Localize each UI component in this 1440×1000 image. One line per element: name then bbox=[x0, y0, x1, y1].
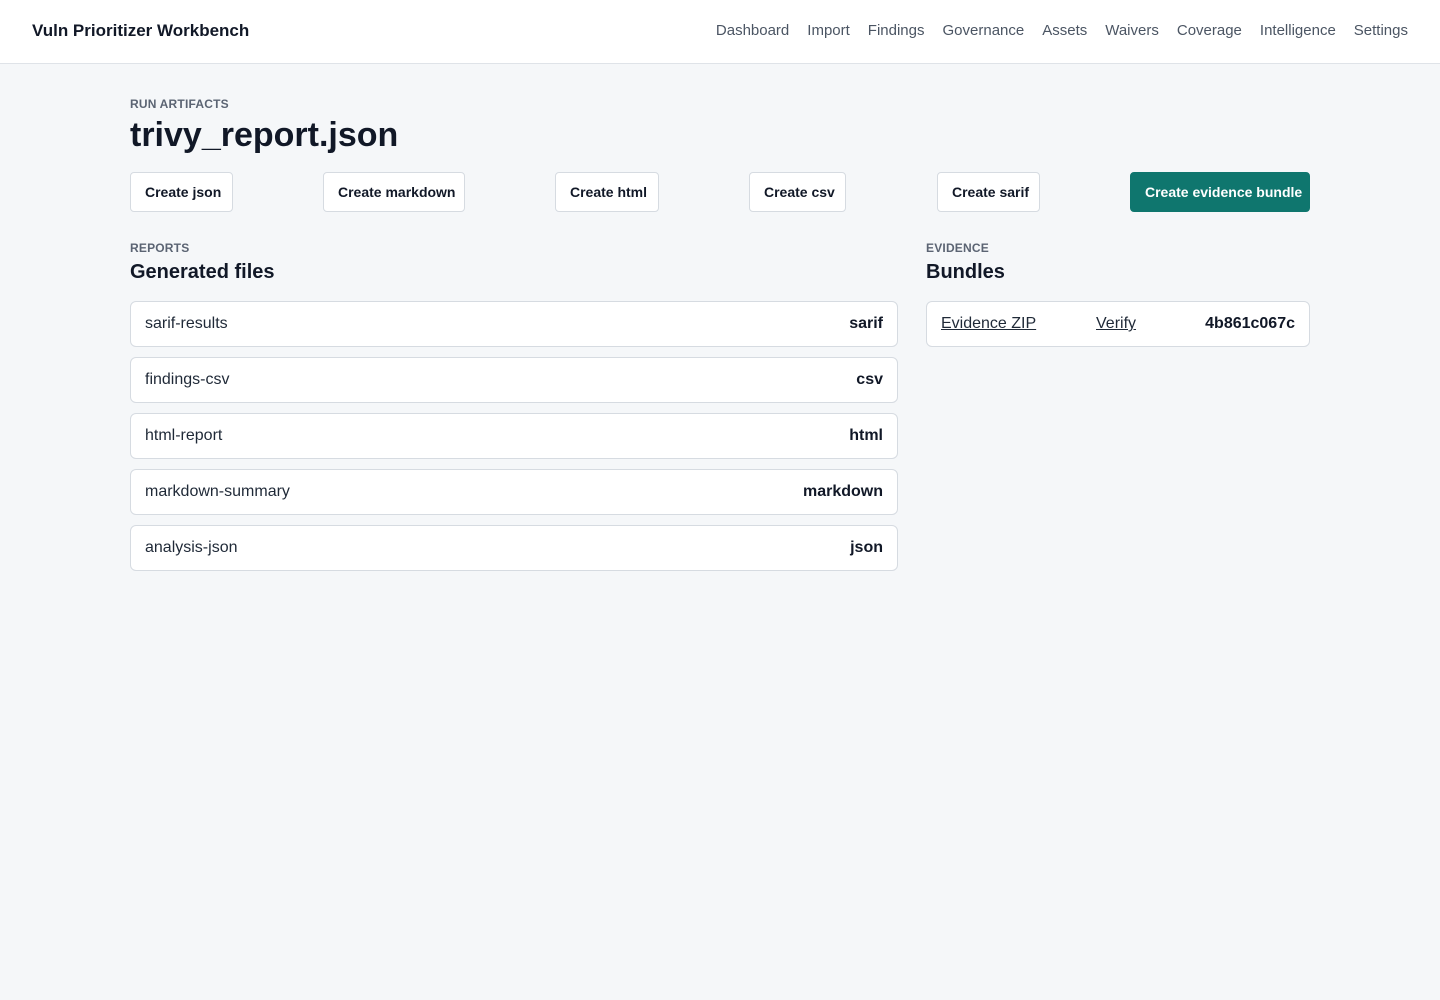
file-row-sarif-results[interactable]: sarif-results sarif bbox=[130, 301, 898, 347]
nav-dashboard[interactable]: Dashboard bbox=[716, 22, 789, 39]
file-name: sarif-results bbox=[145, 315, 228, 332]
reports-eyebrow: REPORTS bbox=[130, 241, 190, 255]
file-row-markdown-summary[interactable]: markdown-summary markdown bbox=[130, 469, 898, 515]
file-type: json bbox=[850, 539, 883, 556]
create-markdown-button[interactable]: Create markdown bbox=[323, 172, 465, 212]
nav-settings[interactable]: Settings bbox=[1354, 22, 1408, 39]
file-name: findings-csv bbox=[145, 371, 230, 388]
file-row-html-report[interactable]: html-report html bbox=[130, 413, 898, 459]
file-type: sarif bbox=[849, 315, 883, 332]
file-row-findings-csv[interactable]: findings-csv csv bbox=[130, 357, 898, 403]
file-name: analysis-json bbox=[145, 539, 238, 556]
create-json-button[interactable]: Create json bbox=[130, 172, 233, 212]
reports-title: Generated files bbox=[130, 261, 275, 283]
nav-coverage[interactable]: Coverage bbox=[1177, 22, 1242, 39]
nav-import[interactable]: Import bbox=[807, 22, 850, 39]
create-csv-button[interactable]: Create csv bbox=[749, 172, 846, 212]
nav-findings[interactable]: Findings bbox=[868, 22, 925, 39]
evidence-eyebrow: EVIDENCE bbox=[926, 241, 989, 255]
app-brand[interactable]: Vuln Prioritizer Workbench bbox=[32, 21, 249, 41]
page-title: trivy_report.json bbox=[130, 116, 399, 154]
nav-intelligence[interactable]: Intelligence bbox=[1260, 22, 1336, 39]
nav-governance[interactable]: Governance bbox=[943, 22, 1025, 39]
evidence-zip-link[interactable]: Evidence ZIP bbox=[941, 315, 1036, 333]
create-sarif-button[interactable]: Create sarif bbox=[937, 172, 1040, 212]
evidence-title: Bundles bbox=[926, 261, 1005, 283]
main-nav: Dashboard Import Findings Governance Ass… bbox=[716, 22, 1408, 39]
create-html-button[interactable]: Create html bbox=[555, 172, 659, 212]
page-eyebrow: RUN ARTIFACTS bbox=[130, 97, 229, 111]
file-name: markdown-summary bbox=[145, 483, 290, 500]
evidence-bundle-row: Evidence ZIP Verify 4b861c067c bbox=[926, 301, 1310, 347]
nav-waivers[interactable]: Waivers bbox=[1105, 22, 1159, 39]
file-name: html-report bbox=[145, 427, 223, 444]
nav-assets[interactable]: Assets bbox=[1042, 22, 1087, 39]
top-bar: Vuln Prioritizer Workbench Dashboard Imp… bbox=[0, 0, 1440, 64]
file-type: html bbox=[849, 427, 883, 444]
file-type: csv bbox=[856, 371, 883, 388]
file-row-analysis-json[interactable]: analysis-json json bbox=[130, 525, 898, 571]
verify-link[interactable]: Verify bbox=[1096, 315, 1136, 333]
bundle-hash: 4b861c067c bbox=[1205, 315, 1295, 332]
create-evidence-bundle-button[interactable]: Create evidence bundle bbox=[1130, 172, 1310, 212]
generated-files-list: sarif-results sarif findings-csv csv htm… bbox=[130, 301, 898, 581]
file-type: markdown bbox=[802, 483, 883, 500]
